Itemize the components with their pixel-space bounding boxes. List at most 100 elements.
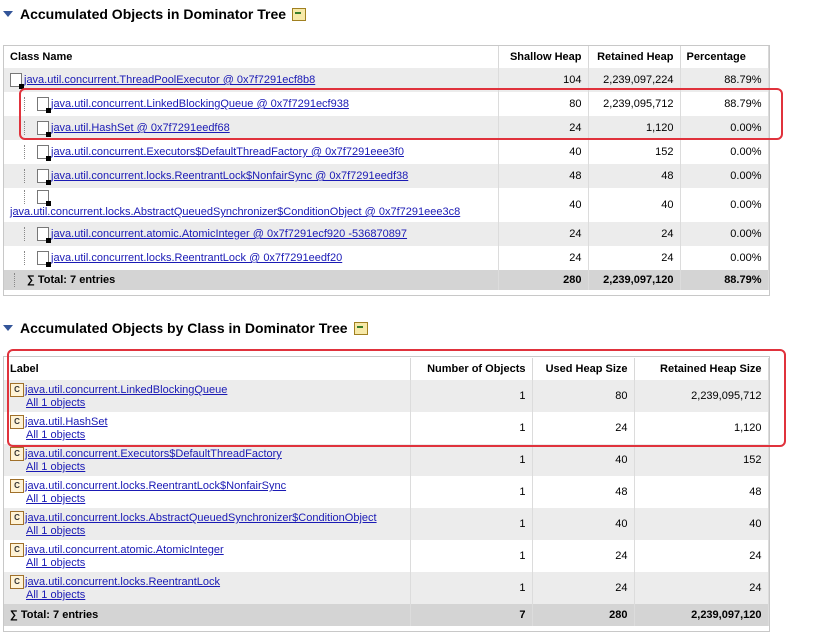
object-icon bbox=[10, 73, 24, 89]
retained-heap-value: 1,120 bbox=[634, 412, 769, 444]
object-link[interactable]: java.util.concurrent.locks.AbstractQueue… bbox=[10, 206, 460, 218]
all-objects-link[interactable]: All 1 objects bbox=[26, 589, 85, 601]
all-objects-link[interactable]: All 1 objects bbox=[26, 429, 85, 441]
tree-connector bbox=[24, 169, 35, 183]
col-shallow-heap[interactable]: Shallow Heap bbox=[498, 46, 589, 68]
tree-connector bbox=[24, 121, 35, 135]
table-row[interactable]: java.util.concurrent.locks.ReentrantLock… bbox=[4, 164, 769, 188]
retained-heap-value: 48 bbox=[588, 164, 681, 188]
collapse-triangle-icon[interactable] bbox=[3, 11, 13, 17]
used-heap-value: 24 bbox=[532, 540, 635, 572]
percentage-value: 0.00% bbox=[680, 116, 769, 140]
sigma-icon: ∑ bbox=[27, 273, 35, 286]
shallow-heap-value: 48 bbox=[498, 164, 589, 188]
total-label: Total: 7 entries bbox=[37, 273, 116, 286]
table-row[interactable]: java.util.concurrent.locks.AbstractQueue… bbox=[4, 188, 769, 222]
table-row[interactable]: Cjava.util.concurrent.LinkedBlockingQueu… bbox=[4, 380, 769, 412]
retained-heap-value: 48 bbox=[634, 476, 769, 508]
object-count: 1 bbox=[410, 572, 533, 604]
section2-title: Accumulated Objects by Class in Dominato… bbox=[20, 320, 348, 336]
class-link[interactable]: java.util.concurrent.LinkedBlockingQueue bbox=[25, 384, 227, 396]
object-icon bbox=[37, 190, 51, 207]
object-link[interactable]: java.util.concurrent.LinkedBlockingQueue… bbox=[51, 98, 349, 110]
object-link[interactable]: java.util.concurrent.atomic.AtomicIntege… bbox=[51, 228, 407, 240]
retained-heap-value: 2,239,097,224 bbox=[588, 68, 681, 92]
table-row[interactable]: java.util.concurrent.atomic.AtomicIntege… bbox=[4, 222, 769, 246]
percentage-value: 0.00% bbox=[680, 140, 769, 164]
retained-heap-value: 24 bbox=[634, 540, 769, 572]
shallow-heap-value: 24 bbox=[498, 246, 589, 270]
table-row[interactable]: Cjava.util.concurrent.locks.ReentrantLoc… bbox=[4, 476, 769, 508]
percentage-value: 88.79% bbox=[680, 68, 769, 92]
col-retained-heap-size[interactable]: Retained Heap Size bbox=[634, 358, 769, 380]
col-class-name[interactable]: Class Name bbox=[4, 46, 499, 68]
percentage-value: 0.00% bbox=[680, 222, 769, 246]
class-icon: C bbox=[10, 447, 24, 461]
collapse-triangle-icon[interactable] bbox=[3, 325, 13, 331]
class-icon: C bbox=[10, 415, 24, 429]
class-link[interactable]: java.util.HashSet bbox=[25, 416, 108, 428]
class-link[interactable]: java.util.concurrent.locks.ReentrantLock bbox=[25, 576, 220, 588]
table-row[interactable]: java.util.concurrent.locks.ReentrantLock… bbox=[4, 246, 769, 270]
object-count: 1 bbox=[410, 380, 533, 412]
retained-heap-value: 40 bbox=[634, 508, 769, 540]
used-heap-value: 80 bbox=[532, 380, 635, 412]
object-link[interactable]: java.util.concurrent.Executors$DefaultTh… bbox=[51, 146, 404, 158]
col-number-of-objects[interactable]: Number of Objects bbox=[410, 358, 533, 380]
section2-header[interactable]: Accumulated Objects by Class in Dominato… bbox=[0, 317, 368, 339]
table-row[interactable]: java.util.concurrent.Executors$DefaultTh… bbox=[4, 140, 769, 164]
table-row[interactable]: java.util.concurrent.LinkedBlockingQueue… bbox=[4, 92, 769, 116]
total-retained: 2,239,097,120 bbox=[634, 604, 769, 626]
col-retained-heap[interactable]: Retained Heap bbox=[588, 46, 681, 68]
copy-to-report-icon[interactable] bbox=[292, 7, 307, 21]
used-heap-value: 24 bbox=[532, 572, 635, 604]
retained-heap-value: 1,120 bbox=[588, 116, 681, 140]
section1-title: Accumulated Objects in Dominator Tree bbox=[20, 6, 287, 22]
used-heap-value: 24 bbox=[532, 412, 635, 444]
all-objects-link[interactable]: All 1 objects bbox=[26, 397, 85, 409]
table-row[interactable]: Cjava.util.HashSet All 1 objects 1 24 1,1… bbox=[4, 412, 769, 444]
dominator-tree-table: Class Name Shallow Heap Retained Heap Pe… bbox=[4, 46, 769, 290]
table-row[interactable]: Cjava.util.concurrent.Executors$DefaultT… bbox=[4, 444, 769, 476]
table-row[interactable]: java.util.concurrent.ThreadPoolExecutor … bbox=[4, 68, 769, 92]
retained-heap-value: 2,239,095,712 bbox=[634, 380, 769, 412]
shallow-heap-value: 104 bbox=[498, 68, 589, 92]
section1-header[interactable]: Accumulated Objects in Dominator Tree bbox=[0, 3, 307, 25]
shallow-heap-value: 24 bbox=[498, 116, 589, 140]
retained-heap-value: 24 bbox=[588, 222, 681, 246]
total-used: 280 bbox=[532, 604, 635, 626]
tree-connector bbox=[24, 227, 35, 241]
table-row[interactable]: java.util.HashSet @ 0x7f7291eedf68 24 1,… bbox=[4, 116, 769, 140]
all-objects-link[interactable]: All 1 objects bbox=[26, 525, 85, 537]
class-link[interactable]: java.util.concurrent.atomic.AtomicIntege… bbox=[25, 544, 224, 556]
table-row[interactable]: Cjava.util.concurrent.atomic.AtomicInteg… bbox=[4, 540, 769, 572]
object-link[interactable]: java.util.concurrent.ThreadPoolExecutor … bbox=[24, 74, 315, 86]
shallow-heap-value: 40 bbox=[498, 188, 589, 222]
class-link[interactable]: java.util.concurrent.locks.AbstractQueue… bbox=[25, 512, 377, 524]
used-heap-value: 48 bbox=[532, 476, 635, 508]
table-row[interactable]: Cjava.util.concurrent.locks.AbstractQueu… bbox=[4, 508, 769, 540]
col-percentage[interactable]: Percentage bbox=[680, 46, 769, 68]
copy-to-report-icon[interactable] bbox=[353, 321, 368, 335]
retained-heap-value: 24 bbox=[634, 572, 769, 604]
tree-connector bbox=[24, 190, 35, 205]
col-used-heap-size[interactable]: Used Heap Size bbox=[532, 358, 635, 380]
used-heap-value: 40 bbox=[532, 444, 635, 476]
all-objects-link[interactable]: All 1 objects bbox=[26, 461, 85, 473]
tree-connector bbox=[24, 145, 35, 159]
col-label[interactable]: Label bbox=[4, 358, 411, 380]
object-count: 1 bbox=[410, 540, 533, 572]
object-icon bbox=[37, 169, 51, 185]
used-heap-value: 40 bbox=[532, 508, 635, 540]
object-link[interactable]: java.util.HashSet @ 0x7f7291eedf68 bbox=[51, 122, 230, 134]
table-row[interactable]: Cjava.util.concurrent.locks.ReentrantLoc… bbox=[4, 572, 769, 604]
class-link[interactable]: java.util.concurrent.locks.ReentrantLock… bbox=[25, 480, 286, 492]
object-link[interactable]: java.util.concurrent.locks.ReentrantLock… bbox=[51, 170, 408, 182]
class-dominator-table: Label Number of Objects Used Heap Size R… bbox=[4, 358, 769, 626]
all-objects-link[interactable]: All 1 objects bbox=[26, 557, 85, 569]
all-objects-link[interactable]: All 1 objects bbox=[26, 493, 85, 505]
class-link[interactable]: java.util.concurrent.Executors$DefaultTh… bbox=[25, 448, 282, 460]
retained-heap-value: 2,239,095,712 bbox=[588, 92, 681, 116]
object-link[interactable]: java.util.concurrent.locks.ReentrantLock… bbox=[51, 252, 342, 264]
retained-heap-value: 24 bbox=[588, 246, 681, 270]
